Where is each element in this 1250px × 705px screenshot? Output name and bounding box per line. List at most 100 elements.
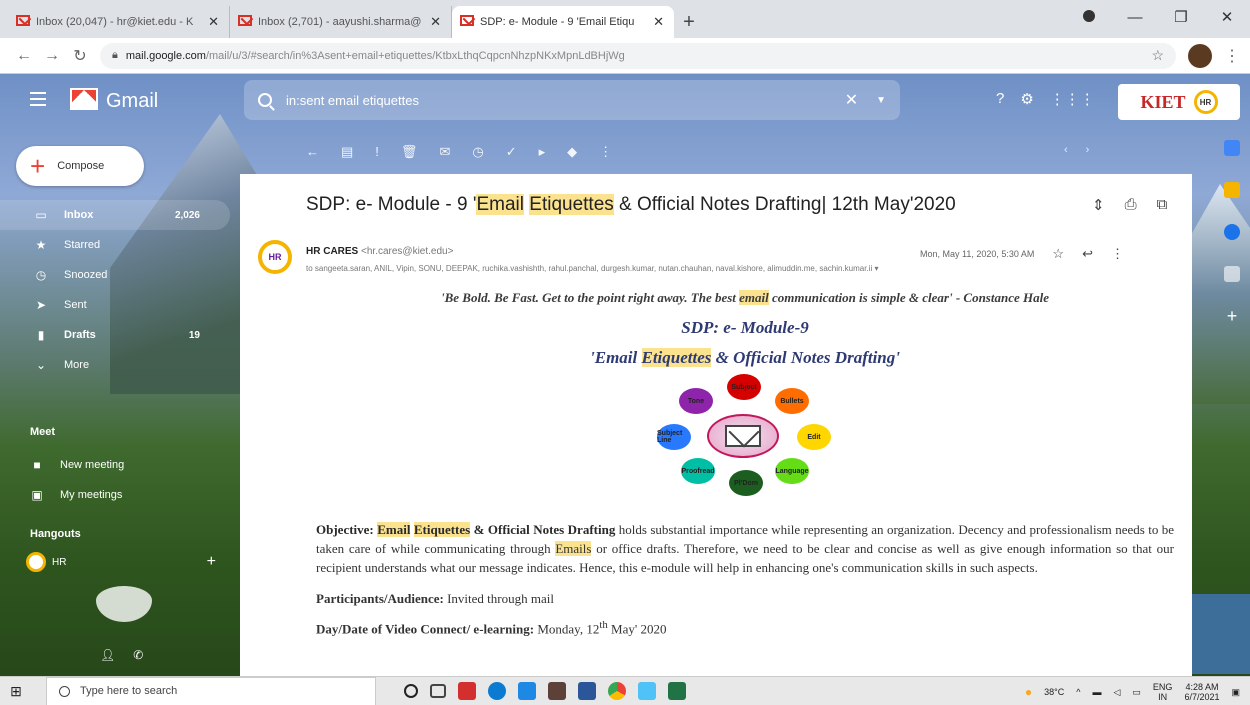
gmail-logo-icon[interactable] <box>70 88 98 110</box>
clear-search-icon[interactable]: ✕ <box>845 90 858 110</box>
clock[interactable]: 4:28 AM 6/7/2021 <box>1184 682 1219 702</box>
back-button[interactable]: ← <box>10 47 38 65</box>
mail-icon[interactable] <box>518 682 536 700</box>
browser-menu-icon[interactable]: ⋮ <box>1224 46 1240 66</box>
header-icons: ? ⚙ ⋮⋮⋮ <box>996 90 1095 108</box>
subject-highlight: Email <box>476 194 524 215</box>
sidebar-item-inbox[interactable]: ▭ Inbox 2,026 <box>0 200 230 230</box>
hangouts-user[interactable]: HR + <box>26 552 216 572</box>
url-input[interactable]: 🔒︎ mail.google.com /mail/u/3/#search/in%… <box>100 42 1176 69</box>
organization-logo[interactable]: KIET HR <box>1118 84 1240 120</box>
add-app-icon[interactable]: + <box>1224 307 1240 325</box>
record-icon[interactable] <box>1066 9 1112 26</box>
weather-text: 38°C <box>1044 687 1065 697</box>
minimize-button[interactable]: — <box>1112 9 1158 26</box>
contacts-app-icon[interactable] <box>1224 266 1240 282</box>
keyboard-icon[interactable]: ▭ <box>1132 687 1141 698</box>
browser-tab[interactable]: Inbox (20,047) - hr@kiet.edu - K ✕ <box>8 6 230 38</box>
tab-close-icon[interactable]: ✕ <box>653 14 664 30</box>
language-indicator[interactable]: ENG IN <box>1153 682 1173 702</box>
more-options-icon[interactable]: ⋮ <box>1111 246 1124 262</box>
reload-button[interactable]: ↻ <box>66 46 94 66</box>
calendar-app-icon[interactable] <box>1224 140 1240 156</box>
browser-tab[interactable]: Inbox (2,701) - aayushi.sharma@ ✕ <box>230 6 452 38</box>
diagram-petal: Language <box>775 458 809 484</box>
participants-label: Participants/Audience: <box>316 591 444 606</box>
my-meetings-button[interactable]: ▣ My meetings <box>0 480 124 510</box>
bookmark-star-icon[interactable]: ☆ <box>1151 47 1164 64</box>
network-icon[interactable]: ▬ <box>1092 687 1101 697</box>
help-icon[interactable]: ? <box>996 90 1004 108</box>
task-view-icon[interactable] <box>430 684 446 698</box>
sender-avatar: HR <box>258 240 292 274</box>
snooze-icon[interactable]: ◷ <box>472 144 483 160</box>
sidebar-item-snoozed[interactable]: ◷ Snoozed <box>0 260 230 290</box>
main-menu-icon[interactable] <box>30 92 46 106</box>
windows-start-icon[interactable]: ⊞ <box>0 683 32 700</box>
weather-icon[interactable]: ● <box>1025 685 1032 699</box>
search-input[interactable]: in:sent email etiquettes ✕ ▼ <box>244 80 900 120</box>
tab-close-icon[interactable]: ✕ <box>430 14 441 30</box>
back-to-list-icon[interactable]: ← <box>306 144 319 160</box>
chrome-icon[interactable] <box>608 682 626 700</box>
recipients[interactable]: to sangeeta.saran, ANIL, Vipin, SONU, DE… <box>306 264 1096 273</box>
star-icon[interactable]: ☆ <box>1052 246 1064 262</box>
settings-icon[interactable]: ⚙ <box>1020 90 1033 108</box>
tab-title: Inbox (20,047) - hr@kiet.edu - K <box>36 16 194 28</box>
archive-icon[interactable]: ▤ <box>341 144 353 160</box>
forward-button[interactable]: → <box>38 47 66 65</box>
new-tab-button[interactable]: + <box>674 6 704 38</box>
print-icon[interactable]: ⎙ <box>1125 196 1137 214</box>
reply-icon[interactable]: ↩ <box>1082 246 1093 262</box>
browser-tab-active[interactable]: SDP: e- Module - 9 'Email Etiqu ✕ <box>452 6 674 38</box>
app-icon[interactable] <box>458 682 476 700</box>
quote-text: 'Be Bold. Be Fast. Get to the point righ… <box>440 290 740 305</box>
phone-icon[interactable]: ✆ <box>133 648 143 662</box>
sidebar-item-drafts[interactable]: ▮ Drafts 19 <box>0 320 230 350</box>
subject-highlight: Etiquettes <box>529 194 614 215</box>
maximize-button[interactable]: ❐ <box>1158 8 1204 26</box>
label-icon[interactable]: ◆ <box>567 144 577 160</box>
quote-line: 'Be Bold. Be Fast. Get to the point righ… <box>316 290 1174 306</box>
add-person-icon[interactable]: + <box>207 553 216 571</box>
keep-app-icon[interactable] <box>1224 182 1240 198</box>
search-options-icon[interactable]: ▼ <box>876 95 886 106</box>
excel-icon[interactable] <box>668 682 686 700</box>
collapse-all-icon[interactable]: ⇕ <box>1092 196 1105 214</box>
contacts-icon[interactable]: 👤︎ <box>100 648 115 662</box>
apps-grid-icon[interactable]: ⋮⋮⋮ <box>1050 90 1095 108</box>
prev-page-icon[interactable]: ‹ <box>1064 144 1068 156</box>
delete-icon[interactable]: 🗑︎ <box>401 144 418 160</box>
diagram-petal: Subject <box>727 374 761 400</box>
compose-button[interactable]: + Compose <box>16 146 144 186</box>
report-spam-icon[interactable]: ! <box>375 144 379 160</box>
store-icon[interactable] <box>548 682 566 700</box>
volume-icon[interactable]: ◁ <box>1113 687 1120 698</box>
profile-avatar[interactable] <box>1188 43 1212 68</box>
sidebar-item-more[interactable]: ⌄ More <box>0 350 230 380</box>
mark-unread-icon[interactable]: ✉ <box>439 144 450 160</box>
new-meeting-button[interactable]: ■ New meeting <box>0 450 124 480</box>
tasks-app-icon[interactable] <box>1224 224 1240 240</box>
sender-name[interactable]: HR CARES <box>306 246 358 257</box>
tray-chevron-icon[interactable]: ^ <box>1076 687 1080 697</box>
search-icon[interactable] <box>258 93 272 107</box>
participants-line: Participants/Audience: Invited through m… <box>316 591 1174 607</box>
notifications-icon[interactable]: ▣ <box>1231 687 1240 698</box>
move-to-icon[interactable]: ▸ <box>539 144 546 160</box>
tab-close-icon[interactable]: ✕ <box>208 14 219 30</box>
taskbar-search-input[interactable]: Type here to search <box>46 676 376 705</box>
open-new-window-icon[interactable]: ⧉ <box>1157 196 1168 214</box>
explorer-icon[interactable] <box>638 682 656 700</box>
subject-text: & Official Notes Drafting| 12th May'2020 <box>613 194 956 215</box>
more-options-icon[interactable]: ⋮ <box>599 144 612 160</box>
next-page-icon[interactable]: › <box>1086 144 1090 156</box>
sidebar-item-sent[interactable]: ➤ Sent <box>0 290 230 320</box>
cortana-icon[interactable] <box>404 684 418 698</box>
send-icon: ➤ <box>35 298 47 312</box>
edge-icon[interactable] <box>488 682 506 700</box>
sidebar-item-starred[interactable]: ★ Starred <box>0 230 230 260</box>
add-task-icon[interactable]: ✓ <box>506 144 517 160</box>
close-window-button[interactable]: ✕ <box>1204 8 1250 26</box>
word-icon[interactable] <box>578 682 596 700</box>
